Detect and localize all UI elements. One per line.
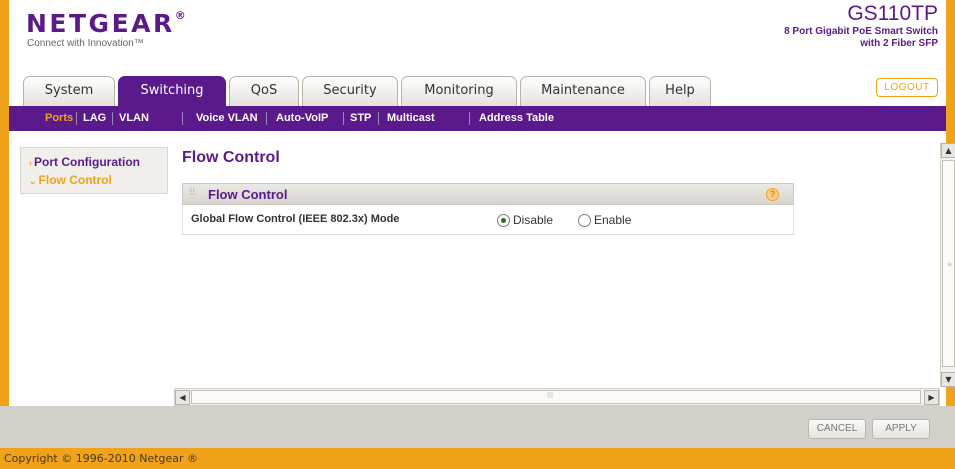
sub-navigation: Ports LAG VLAN Voice VLAN Auto-VoIP STP … (9, 106, 946, 131)
left-border-strip (0, 0, 9, 469)
footer: Copyright © 1996-2010 Netgear ® (0, 448, 955, 469)
sidebar-item-label: Flow Control (38, 173, 112, 187)
help-icon[interactable]: ? (766, 188, 779, 201)
cancel-button[interactable]: CANCEL (808, 419, 866, 439)
scroll-right-icon[interactable]: ▶ (924, 390, 939, 405)
horizontal-scrollbar[interactable]: ◀ ||| ▶ (174, 388, 940, 406)
chevron-right-icon: › (29, 158, 32, 168)
copyright-text: Copyright © 1996-2010 Netgear ® (4, 452, 199, 465)
subnav-separator (469, 112, 470, 125)
panel-header: ⠿ Flow Control ? (182, 183, 794, 205)
app-frame: NETGEAR® Connect with Innovation™ GS110T… (0, 0, 955, 469)
logo-text: NETGEAR (26, 9, 175, 38)
main-tab-bar: System Switching QoS Security Monitoring… (9, 76, 946, 106)
device-description-line1: 8 Port Gigabit PoE Smart Switch (784, 26, 938, 37)
tab-help[interactable]: Help (649, 76, 711, 106)
grip-icon: ≡ (947, 261, 953, 268)
tagline: Connect with Innovation™ (27, 38, 144, 49)
radio-label-enable: Enable (594, 213, 632, 227)
header: NETGEAR® Connect with Innovation™ GS110T… (9, 0, 946, 76)
vertical-scrollbar[interactable]: ▲ ≡ ▼ (940, 143, 955, 387)
subnav-separator (343, 112, 344, 125)
radio-label-disable: Disable (513, 213, 554, 227)
tab-monitoring[interactable]: Monitoring (401, 76, 517, 106)
tab-maintenance[interactable]: Maintenance (520, 76, 646, 106)
panel-title: Flow Control (208, 187, 288, 202)
drag-grip-icon: ⠿ (189, 188, 196, 198)
tab-security[interactable]: Security (302, 76, 398, 106)
radio-button-disable[interactable] (497, 213, 510, 227)
subnav-multicast[interactable]: Multicast (387, 106, 435, 131)
scroll-down-icon[interactable]: ▼ (941, 372, 955, 387)
vertical-scroll-thumb[interactable]: ≡ (942, 160, 955, 367)
radio-option-enable[interactable]: Enable (578, 212, 631, 228)
device-model: GS110TP (847, 2, 938, 25)
subnav-voice-vlan[interactable]: Voice VLAN (196, 106, 258, 131)
subnav-separator (182, 112, 183, 125)
subnav-address-table[interactable]: Address Table (479, 106, 554, 131)
subnav-auto-voip[interactable]: Auto-VoIP (276, 106, 328, 131)
subnav-separator (266, 112, 267, 125)
setting-row: Global Flow Control (IEEE 802.3x) Mode D… (182, 205, 794, 235)
logo-mark: ® (174, 9, 186, 22)
tab-qos[interactable]: QoS (229, 76, 299, 106)
scroll-up-icon[interactable]: ▲ (941, 143, 955, 158)
action-bar: CANCEL APPLY (0, 406, 955, 448)
subnav-vlan[interactable]: VLAN (119, 106, 149, 131)
sidebar-item-flow-control[interactable]: ⌄ Flow Control (29, 173, 112, 187)
apply-button[interactable]: APPLY (872, 419, 930, 439)
grip-icon: ||| (547, 392, 554, 399)
subnav-lag[interactable]: LAG (83, 106, 106, 131)
sidebar: › Port Configuration ⌄ Flow Control (20, 147, 168, 194)
page-title: Flow Control (182, 149, 280, 166)
tab-switching[interactable]: Switching (118, 76, 226, 106)
scroll-left-icon[interactable]: ◀ (175, 390, 190, 405)
subnav-separator (76, 112, 77, 125)
subnav-ports[interactable]: Ports (45, 106, 73, 131)
radio-option-disable[interactable]: Disable (497, 212, 553, 228)
tab-system[interactable]: System (23, 76, 115, 106)
subnav-separator (378, 112, 379, 125)
sidebar-item-label: Port Configuration (34, 155, 140, 169)
logout-button[interactable]: LOGOUT (876, 78, 938, 97)
horizontal-scroll-thumb[interactable]: ||| (191, 390, 921, 404)
device-description-line2: with 2 Fiber SFP (860, 38, 938, 49)
chevron-down-icon: ⌄ (29, 176, 37, 186)
subnav-separator (112, 112, 113, 125)
radio-button-enable[interactable] (578, 213, 591, 227)
netgear-logo: NETGEAR® (26, 9, 186, 38)
subnav-stp[interactable]: STP (350, 106, 371, 131)
setting-label: Global Flow Control (IEEE 802.3x) Mode (191, 213, 400, 225)
sidebar-item-port-configuration[interactable]: › Port Configuration (29, 155, 140, 169)
